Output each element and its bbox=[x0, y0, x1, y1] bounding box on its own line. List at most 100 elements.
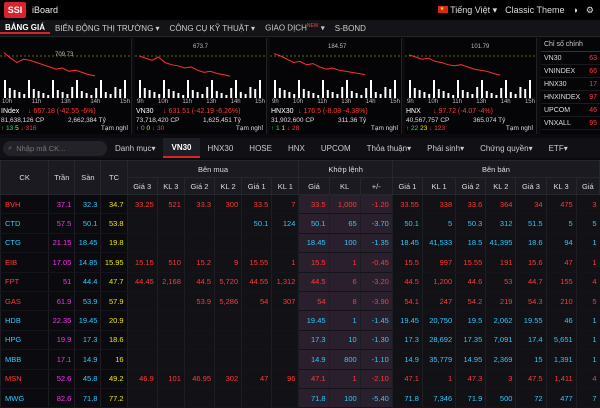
tab-hnx[interactable]: HNX bbox=[280, 138, 313, 158]
search-input[interactable] bbox=[16, 143, 97, 153]
index-row[interactable]: VNXALL 95 bbox=[541, 117, 600, 130]
ssi-logo[interactable]: SSI bbox=[4, 2, 26, 18]
tab-etf[interactable]: ETF ▾ bbox=[541, 138, 576, 158]
contrast-icon[interactable]: ◑ bbox=[572, 5, 577, 15]
table-row[interactable]: HDB 22.35 19.45 20.9 19.45 1 -1.45 19.45 20,750 1… bbox=[0, 310, 600, 331]
tab-hnx30[interactable]: HNX30 bbox=[200, 138, 242, 158]
cell-ck[interactable]: EIB bbox=[0, 252, 49, 273]
index-chart-index[interactable]: 709.73 10h 11h 13h 14h 15h INdex ↓ 667.18 (-42.… bbox=[0, 38, 132, 134]
time-tick: 14h bbox=[500, 99, 511, 105]
cell-b3 bbox=[126, 349, 158, 370]
tab-thỏa-thuận[interactable]: Thỏa thuận ▾ bbox=[359, 138, 420, 158]
cell-ck[interactable]: CTG bbox=[0, 233, 49, 254]
cell-k3 bbox=[156, 330, 185, 351]
theme-selector[interactable]: Classic Theme bbox=[505, 5, 564, 15]
cell-ref: 77.2 bbox=[100, 388, 128, 408]
table-row[interactable]: GAS 61.9 53.9 57.9 53.9 5,286 54 307 54 8 -3.90 54.… bbox=[0, 291, 600, 312]
cell-ck[interactable]: MBB bbox=[0, 349, 49, 370]
col-header[interactable]: KL 2 bbox=[214, 177, 243, 195]
tab-danh-mục[interactable]: Danh mục ▾ bbox=[107, 138, 163, 158]
volume-bar bbox=[8, 88, 11, 98]
main-menu: BẢNG GIÁ BIẾN ĐỘNG THỊ TRƯỜNG ▾ CÔNG CỤ KỸ… bbox=[0, 20, 600, 37]
col-header[interactable]: KL 1 bbox=[421, 177, 457, 195]
col-header[interactable]: +/- bbox=[359, 177, 393, 195]
table-row[interactable]: MWG 82.6 71.8 77.2 71.8 100 -5.40 71.8 7,346 71.9… bbox=[0, 388, 600, 408]
table-row[interactable]: MSN 52.6 45.8 49.2 46.9 101 46.95 302 47 96 47.1 1-… bbox=[0, 369, 600, 389]
cell-sk2: 41,395 bbox=[485, 233, 516, 254]
index-chart-vn30[interactable]: 673.7 9h 10h 11h 13h 14h 15h VN30 ↓ 631.51 (-42.… bbox=[135, 38, 267, 134]
col-header[interactable]: KL 2 bbox=[485, 177, 517, 195]
col-header[interactable]: KL 3 bbox=[545, 177, 577, 195]
cell-sk3: 1,411 bbox=[545, 369, 577, 389]
table-row[interactable]: FPT 51 44.4 47.7 44.45 2,168 44.5 5,720 44.55 1,3… bbox=[0, 272, 600, 292]
table-row[interactable]: MBB 17.1 14.9 16 14.9 800 -1.10 14.9 35,779 14.95… bbox=[0, 349, 600, 370]
cell-k1 bbox=[271, 349, 299, 370]
market-breadth: ↑ 0 0 ↓ 30 bbox=[136, 125, 164, 132]
col-ref[interactable]: TC bbox=[100, 160, 128, 195]
col-ck[interactable]: CK bbox=[0, 160, 50, 195]
col-header[interactable]: Giá bbox=[298, 177, 330, 195]
cell-k1 bbox=[271, 388, 299, 408]
menu-item-0[interactable]: BẢNG GIÁ bbox=[0, 23, 50, 34]
index-chart-hnx[interactable]: 101.79 9h 10h 11h 13h 14h 15h HNX ↓ 97.72 (-4.07… bbox=[405, 38, 537, 134]
cell-ck[interactable]: CTD bbox=[0, 213, 49, 234]
table-row[interactable]: CTG 21.15 18.45 19.8 18.45 100 -1.35 18.45 41,53… bbox=[0, 233, 600, 254]
index-chart-hnx30[interactable]: 184.57 9h 10h 11h 13h 14h 15h HNX30 ↓ 176.5 (-8.… bbox=[270, 38, 402, 134]
cell-p: 71.8 bbox=[298, 388, 330, 408]
chevron-down-icon: ▾ bbox=[460, 143, 465, 153]
cell-ck[interactable]: HPG bbox=[0, 330, 49, 351]
menu-item-3[interactable]: GIAO DỊCHNEW ▾ bbox=[260, 23, 330, 33]
cell-ck[interactable]: GAS bbox=[0, 291, 49, 312]
volume-bar bbox=[524, 89, 527, 98]
cell-ck[interactable]: FPT bbox=[0, 272, 49, 292]
col-floor[interactable]: Sàn bbox=[74, 160, 102, 195]
tab-upcom[interactable]: UPCOM bbox=[313, 138, 359, 158]
index-row[interactable]: UPCOM 46 bbox=[541, 104, 600, 117]
cell-ck[interactable]: MSN bbox=[0, 369, 49, 389]
table-row[interactable]: BVH 37.1 32.3 34.7 33.25 521 33.3 300 33.5 7 33.5 1… bbox=[0, 194, 600, 215]
tab-chứng-quyền[interactable]: Chứng quyền ▾ bbox=[472, 138, 541, 158]
cell-ck[interactable]: MWG bbox=[0, 388, 49, 408]
col-header[interactable]: Giá 3 bbox=[126, 177, 158, 195]
cell-kl: 100 bbox=[328, 233, 361, 254]
cell-p: 19.45 bbox=[298, 310, 330, 331]
tab-label: Phái sinh bbox=[427, 143, 461, 153]
col-ceiling[interactable]: Trần bbox=[48, 160, 76, 195]
table-row[interactable]: HPG 19.9 17.3 18.6 17.3 10 -1.30 17.3 28,692 17.3… bbox=[0, 330, 600, 351]
index-row[interactable]: VN30 63 bbox=[541, 52, 600, 65]
volume-bar bbox=[71, 87, 74, 98]
menu-item-4[interactable]: S-BOND bbox=[330, 24, 371, 33]
col-header[interactable]: Giá 1 bbox=[391, 177, 423, 195]
col-header[interactable]: Giá 1 bbox=[241, 177, 273, 195]
menu-item-2[interactable]: CÔNG CỤ KỸ THUẬT ▾ bbox=[165, 24, 261, 33]
menu-item-1[interactable]: BIẾN ĐỘNG THỊ TRƯỜNG ▾ bbox=[50, 24, 165, 33]
stock-search[interactable]: ⌕ bbox=[3, 140, 107, 156]
col-header[interactable]: KL bbox=[328, 177, 361, 195]
col-header[interactable]: Giá 2 bbox=[183, 177, 216, 195]
cell-ref: 19.8 bbox=[100, 233, 128, 254]
cell-s1: 17.3 bbox=[391, 330, 423, 351]
index-row[interactable]: HNX30 17 bbox=[541, 78, 600, 91]
tab-vn30[interactable]: VN30 bbox=[163, 138, 200, 158]
col-header[interactable]: KL 3 bbox=[156, 177, 185, 195]
col-header[interactable]: Giá 2 bbox=[455, 177, 487, 195]
language-selector[interactable]: Tiếng Việt ▾ bbox=[437, 5, 497, 16]
col-header[interactable]: Giá bbox=[575, 177, 600, 195]
cell-k3 bbox=[156, 213, 185, 234]
tab-phái-sinh[interactable]: Phái sinh ▾ bbox=[419, 138, 472, 158]
index-name: VN30 bbox=[136, 108, 154, 115]
col-header[interactable]: KL 1 bbox=[271, 177, 300, 195]
col-header[interactable]: Giá 3 bbox=[515, 177, 547, 195]
cell-ck[interactable]: BVH bbox=[0, 194, 49, 215]
cell-chg: -1.10 bbox=[359, 349, 393, 370]
cell-ck[interactable]: HDB bbox=[0, 310, 49, 331]
intraday-chart bbox=[0, 52, 132, 98]
settings-icon[interactable]: ⚙ bbox=[586, 5, 594, 16]
table-row[interactable]: EIB 17.05 14.85 15.95 15.15 510 15.2 9 15.55 1 15.… bbox=[0, 252, 600, 273]
index-row[interactable]: HNXINDEX 97 bbox=[541, 91, 600, 104]
cell-sk3: 477 bbox=[545, 388, 577, 408]
tab-hose[interactable]: HOSE bbox=[241, 138, 280, 158]
ref-value: 673.7 bbox=[193, 44, 209, 50]
table-row[interactable]: CTD 57.5 50.1 53.8 50.1 124 50.1 65 -3.70 50.1 5 50… bbox=[0, 213, 600, 234]
index-row[interactable]: VNINDEX 66 bbox=[541, 65, 600, 78]
